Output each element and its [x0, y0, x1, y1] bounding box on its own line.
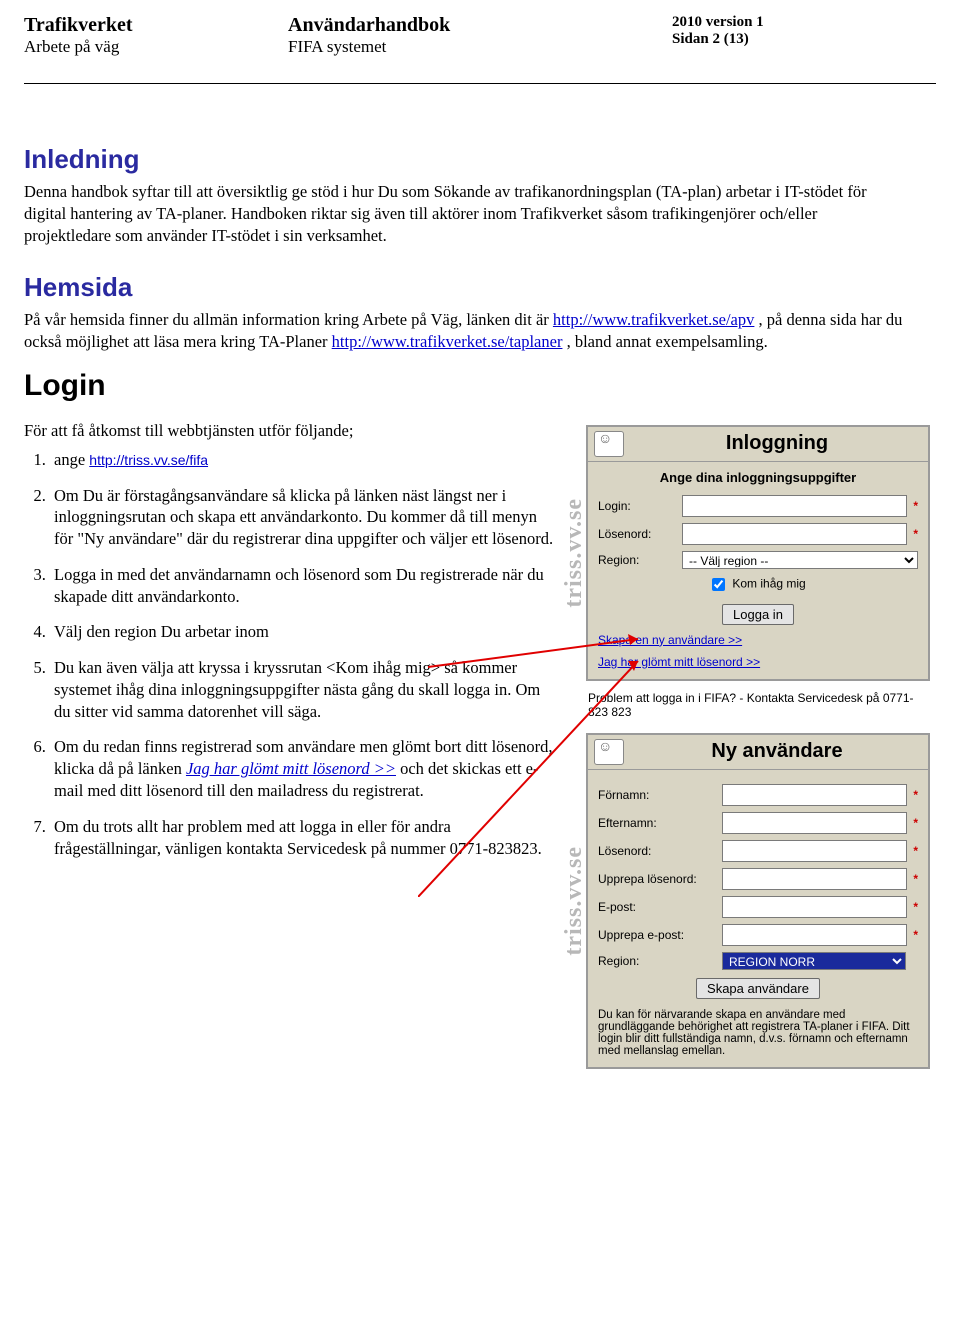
step-4: Välj den region Du arbetar inom [50, 621, 554, 643]
watermark-newuser: triss.vv.se [560, 733, 588, 1069]
avatar-icon [594, 739, 624, 765]
login-panel: Inloggning Ange dina inloggningsuppgifte… [586, 425, 930, 681]
step-6: Om du redan finns registrerad som använd… [50, 736, 554, 801]
step-2: Om Du är förstagångsanvändare så klicka … [50, 485, 554, 550]
newuser-panel-title-row: Ny användare [588, 735, 928, 770]
section-inledning-body: Denna handbok syftar till att översiktli… [24, 181, 904, 246]
steps-intro: För att få åtkomst till webbtjänsten utf… [24, 421, 554, 441]
login-label: Login: [598, 499, 682, 513]
header-system: FIFA systemet [288, 37, 552, 57]
header-version: 2010 version 1 [672, 14, 936, 31]
upprepa-losen-input[interactable] [722, 868, 907, 890]
link-triss-fifa[interactable]: http://triss.vv.se/fifa [89, 452, 208, 468]
newuser-region-label: Region: [598, 954, 722, 968]
login-input[interactable] [682, 495, 907, 517]
login-button[interactable]: Logga in [722, 604, 794, 625]
section-login-title: Login [24, 369, 936, 403]
login-required: * [913, 499, 918, 513]
remember-checkbox[interactable] [712, 578, 725, 591]
upprepa-epost-label: Upprepa e-post: [598, 928, 722, 942]
upprepa-epost-input[interactable] [722, 924, 907, 946]
req-icon: * [913, 900, 918, 914]
password-label: Lösenord: [598, 527, 682, 541]
hemsida-post: , bland annat exempelsamling. [567, 332, 768, 351]
link-forgot-inline[interactable]: Jag har glömt mitt lösenord >> [186, 759, 396, 778]
login-panel-subtitle: Ange dina inloggningsuppgifter [598, 470, 918, 485]
newuser-panel-title: Ny användare [632, 740, 922, 763]
step1-pre: ange [54, 450, 89, 469]
region-label: Region: [598, 553, 682, 567]
link-forgot-password[interactable]: Jag har glömt mitt lösenord >> [598, 655, 760, 669]
section-hemsida-body: På vår hemsida finner du allmän informat… [24, 309, 904, 353]
newuser-region-select[interactable]: REGION NORR [722, 952, 906, 970]
req-icon: * [913, 788, 918, 802]
req-icon: * [913, 816, 918, 830]
avatar-icon [594, 431, 624, 457]
req-icon: * [913, 844, 918, 858]
section-inledning-title: Inledning [24, 144, 936, 175]
epost-label: E-post: [598, 900, 722, 914]
problem-text: Problem att logga in i FIFA? - Kontakta … [588, 691, 918, 719]
section-hemsida-title: Hemsida [24, 272, 936, 303]
remember-label: Kom ihåg mig [732, 577, 805, 591]
losenord-input[interactable] [722, 840, 907, 862]
efternamn-label: Efternamn: [598, 816, 722, 830]
link-taplaner[interactable]: http://www.trafikverket.se/taplaner [332, 332, 563, 351]
create-user-button[interactable]: Skapa användare [696, 978, 820, 999]
req-icon: * [913, 928, 918, 942]
fornamn-label: Förnamn: [598, 788, 722, 802]
password-required: * [913, 527, 918, 541]
upprepa-losen-label: Upprepa lösenord: [598, 872, 722, 886]
header-page: Sidan 2 (13) [672, 31, 936, 48]
newuser-note: Du kan för närvarande skapa en användare… [598, 1009, 918, 1057]
step-7: Om du trots allt har problem med att log… [50, 816, 554, 860]
efternamn-input[interactable] [722, 812, 907, 834]
watermark-login: triss.vv.se [560, 425, 588, 681]
steps-list: ange http://triss.vv.se/fifa Om Du är fö… [24, 449, 554, 859]
req-icon: * [913, 872, 918, 886]
document-header: Trafikverket Arbete på väg Användarhandb… [24, 14, 936, 57]
login-panel-title: Inloggning [632, 432, 922, 455]
step-1: ange http://triss.vv.se/fifa [50, 449, 554, 471]
step-5: Du kan även välja att kryssa i kryssruta… [50, 657, 554, 722]
header-org: Trafikverket [24, 14, 288, 37]
losenord-label: Lösenord: [598, 844, 722, 858]
link-apv[interactable]: http://www.trafikverket.se/apv [553, 310, 754, 329]
header-rule [24, 83, 936, 84]
header-title: Användarhandbok [288, 14, 552, 37]
newuser-panel: Ny användare Förnamn: * Efternamn: * Lös… [586, 733, 930, 1069]
step-3: Logga in med det användarnamn och löseno… [50, 564, 554, 608]
link-new-user[interactable]: Skapa en ny användare >> [598, 633, 742, 647]
fornamn-input[interactable] [722, 784, 907, 806]
login-panel-title-row: Inloggning [588, 427, 928, 462]
password-input[interactable] [682, 523, 907, 545]
hemsida-pre: På vår hemsida finner du allmän informat… [24, 310, 553, 329]
region-select[interactable]: -- Välj region -- [682, 551, 918, 569]
header-sub-left: Arbete på väg [24, 37, 288, 57]
epost-input[interactable] [722, 896, 907, 918]
